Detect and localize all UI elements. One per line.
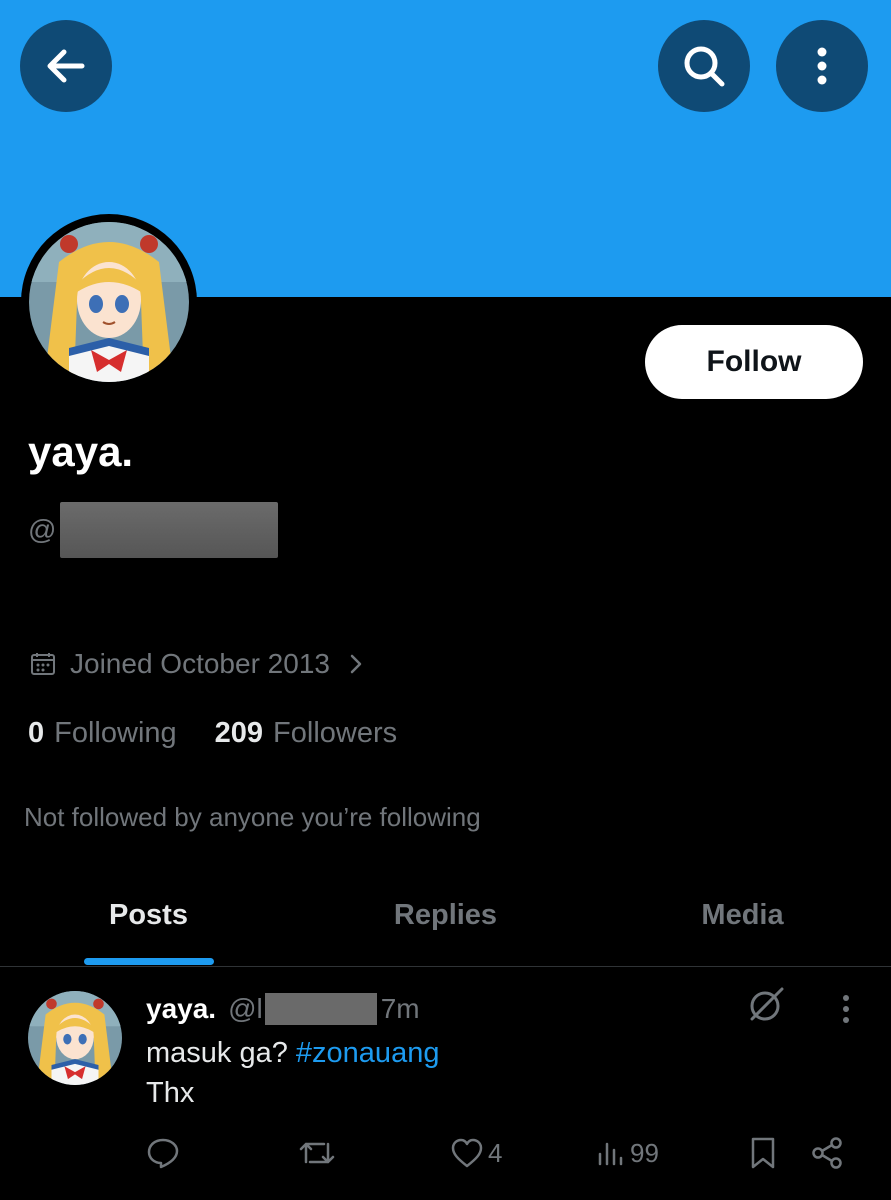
- post-author-name[interactable]: yaya.: [146, 993, 216, 1025]
- profile-display-name: yaya.: [28, 428, 134, 475]
- bookmark-icon: [751, 1137, 775, 1169]
- profile-tabs: Posts Replies Media: [0, 868, 891, 966]
- not-followed-notice: Not followed by anyone you’re following: [24, 802, 481, 832]
- post-header: yaya. @l 7m: [146, 989, 420, 1029]
- follow-button[interactable]: Follow: [645, 325, 863, 399]
- joined-date-text: Joined October 2013: [70, 648, 330, 679]
- heart-icon: [451, 1138, 483, 1168]
- bookmark-button[interactable]: [748, 1133, 778, 1173]
- views-count: 99: [630, 1137, 659, 1168]
- more-vertical-icon: [817, 47, 827, 85]
- like-button[interactable]: 4: [450, 1133, 502, 1173]
- calendar-icon: [30, 651, 56, 677]
- grok-icon[interactable]: [744, 983, 788, 1027]
- follow-stats: 0 Following 209 Followers: [28, 712, 397, 754]
- tab-media[interactable]: Media: [594, 868, 891, 962]
- share-icon: [812, 1137, 842, 1169]
- like-count: 4: [488, 1137, 503, 1168]
- tab-replies[interactable]: Replies: [297, 868, 594, 962]
- reply-button[interactable]: [146, 1133, 180, 1173]
- share-button[interactable]: [810, 1133, 844, 1173]
- profile-avatar[interactable]: [21, 214, 197, 390]
- followers-label: Followers: [273, 716, 398, 749]
- following-count: 0: [28, 716, 45, 749]
- chevron-right-icon: [348, 652, 364, 676]
- search-button[interactable]: [658, 20, 750, 112]
- following-stat[interactable]: 0 Following: [28, 717, 177, 750]
- joined-date-row[interactable]: Joined October 2013: [30, 644, 364, 684]
- post-more-icon[interactable]: [832, 989, 860, 1029]
- more-options-button[interactable]: [776, 20, 868, 112]
- handle-prefix: @: [28, 514, 57, 545]
- post-item[interactable]: yaya. @l 7m masuk ga? #zonauang Thx 4 99: [0, 967, 891, 1197]
- views-button[interactable]: 99: [596, 1133, 659, 1173]
- profile-handle: @: [28, 502, 279, 558]
- arrow-left-icon: [47, 49, 85, 83]
- views-icon: [598, 1142, 623, 1166]
- search-icon: [684, 46, 725, 87]
- post-avatar[interactable]: [28, 991, 122, 1085]
- post-time: 7m: [380, 993, 420, 1024]
- reply-icon: [147, 1138, 179, 1169]
- followers-stat[interactable]: 209 Followers: [215, 717, 397, 750]
- repost-icon: [299, 1142, 335, 1164]
- following-label: Following: [54, 716, 177, 749]
- post-text: masuk ga? #zonauang Thx: [146, 1033, 439, 1113]
- post-hashtag[interactable]: #zonauang: [296, 1037, 440, 1069]
- post-text-line2: Thx: [146, 1077, 195, 1109]
- redacted-handle: [264, 993, 377, 1025]
- avatar-image: [29, 222, 189, 382]
- redacted-handle: [60, 502, 279, 558]
- back-button[interactable]: [20, 20, 112, 112]
- followers-count: 209: [214, 716, 264, 749]
- post-text-line1: masuk ga?: [146, 1037, 296, 1069]
- post-author-handle[interactable]: @l: [228, 993, 263, 1025]
- repost-button[interactable]: [298, 1133, 336, 1173]
- tab-posts[interactable]: Posts: [0, 868, 297, 962]
- active-tab-indicator: [84, 958, 214, 965]
